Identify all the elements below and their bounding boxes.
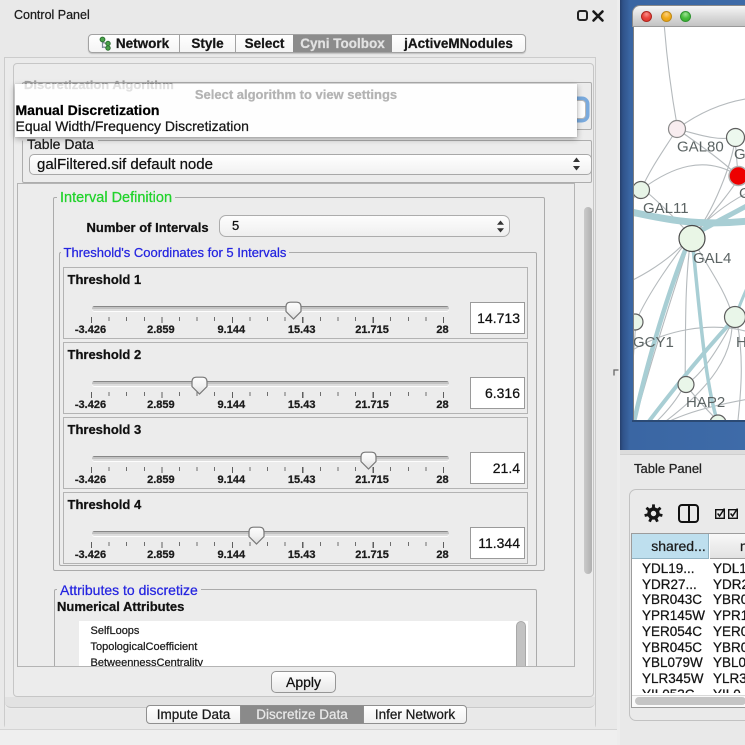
svg-text:HI: HI [736,334,745,351]
svg-text:GAL80: GAL80 [677,139,724,156]
svg-text:C: C [739,185,745,202]
svg-text:GAL11: GAL11 [643,200,689,217]
svg-text:GCY1: GCY1 [634,334,674,351]
svg-text:GA: GA [734,146,745,163]
svg-text:GAL4: GAL4 [693,250,731,267]
svg-text:HAP2: HAP2 [686,394,725,411]
